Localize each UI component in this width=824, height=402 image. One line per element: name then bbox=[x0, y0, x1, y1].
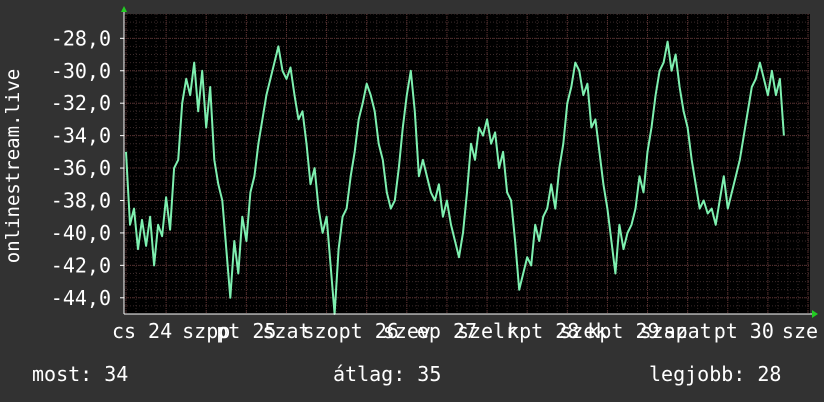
x-axis-ticks: cs 24 szpppt 25szatszopt 26szevep 27szelr… bbox=[112, 319, 818, 343]
y-axis-title: onlinestream.live bbox=[2, 69, 24, 263]
y-tick-label: -28,0 bbox=[51, 26, 111, 50]
x-tick-label: sze bbox=[782, 319, 818, 343]
y-tick-label: -32,0 bbox=[51, 91, 111, 115]
y-axis-arrow-icon bbox=[121, 6, 127, 12]
y-tick-label: -42,0 bbox=[51, 253, 111, 277]
x-tick-label: cs 24 bbox=[112, 319, 172, 343]
y-tick-label: -36,0 bbox=[51, 156, 111, 180]
x-axis-arrow-icon bbox=[812, 310, 818, 318]
y-tick-label: -38,0 bbox=[51, 188, 111, 212]
y-tick-label: -30,0 bbox=[51, 59, 111, 83]
y-tick-label: -40,0 bbox=[51, 221, 111, 245]
line-chart: -28,0 -30,0 -32,0 -34,0 -36,0 -38,0 -40,0 -42,0… bbox=[2, 6, 818, 343]
x-tick-label: szat bbox=[664, 319, 712, 343]
y-axis-ticks: -28,0 -30,0 -32,0 -34,0 -36,0 -38,0 -40,0 -42,0… bbox=[51, 26, 124, 310]
stat-best: legjobb: 28 bbox=[649, 362, 782, 386]
y-tick-label: -34,0 bbox=[51, 124, 111, 148]
stat-average: átlag: 35 bbox=[333, 362, 442, 386]
stat-current: most: 34 bbox=[32, 362, 129, 386]
x-tick-label: pt 30 bbox=[714, 319, 774, 343]
y-tick-label: -44,0 bbox=[51, 286, 111, 310]
